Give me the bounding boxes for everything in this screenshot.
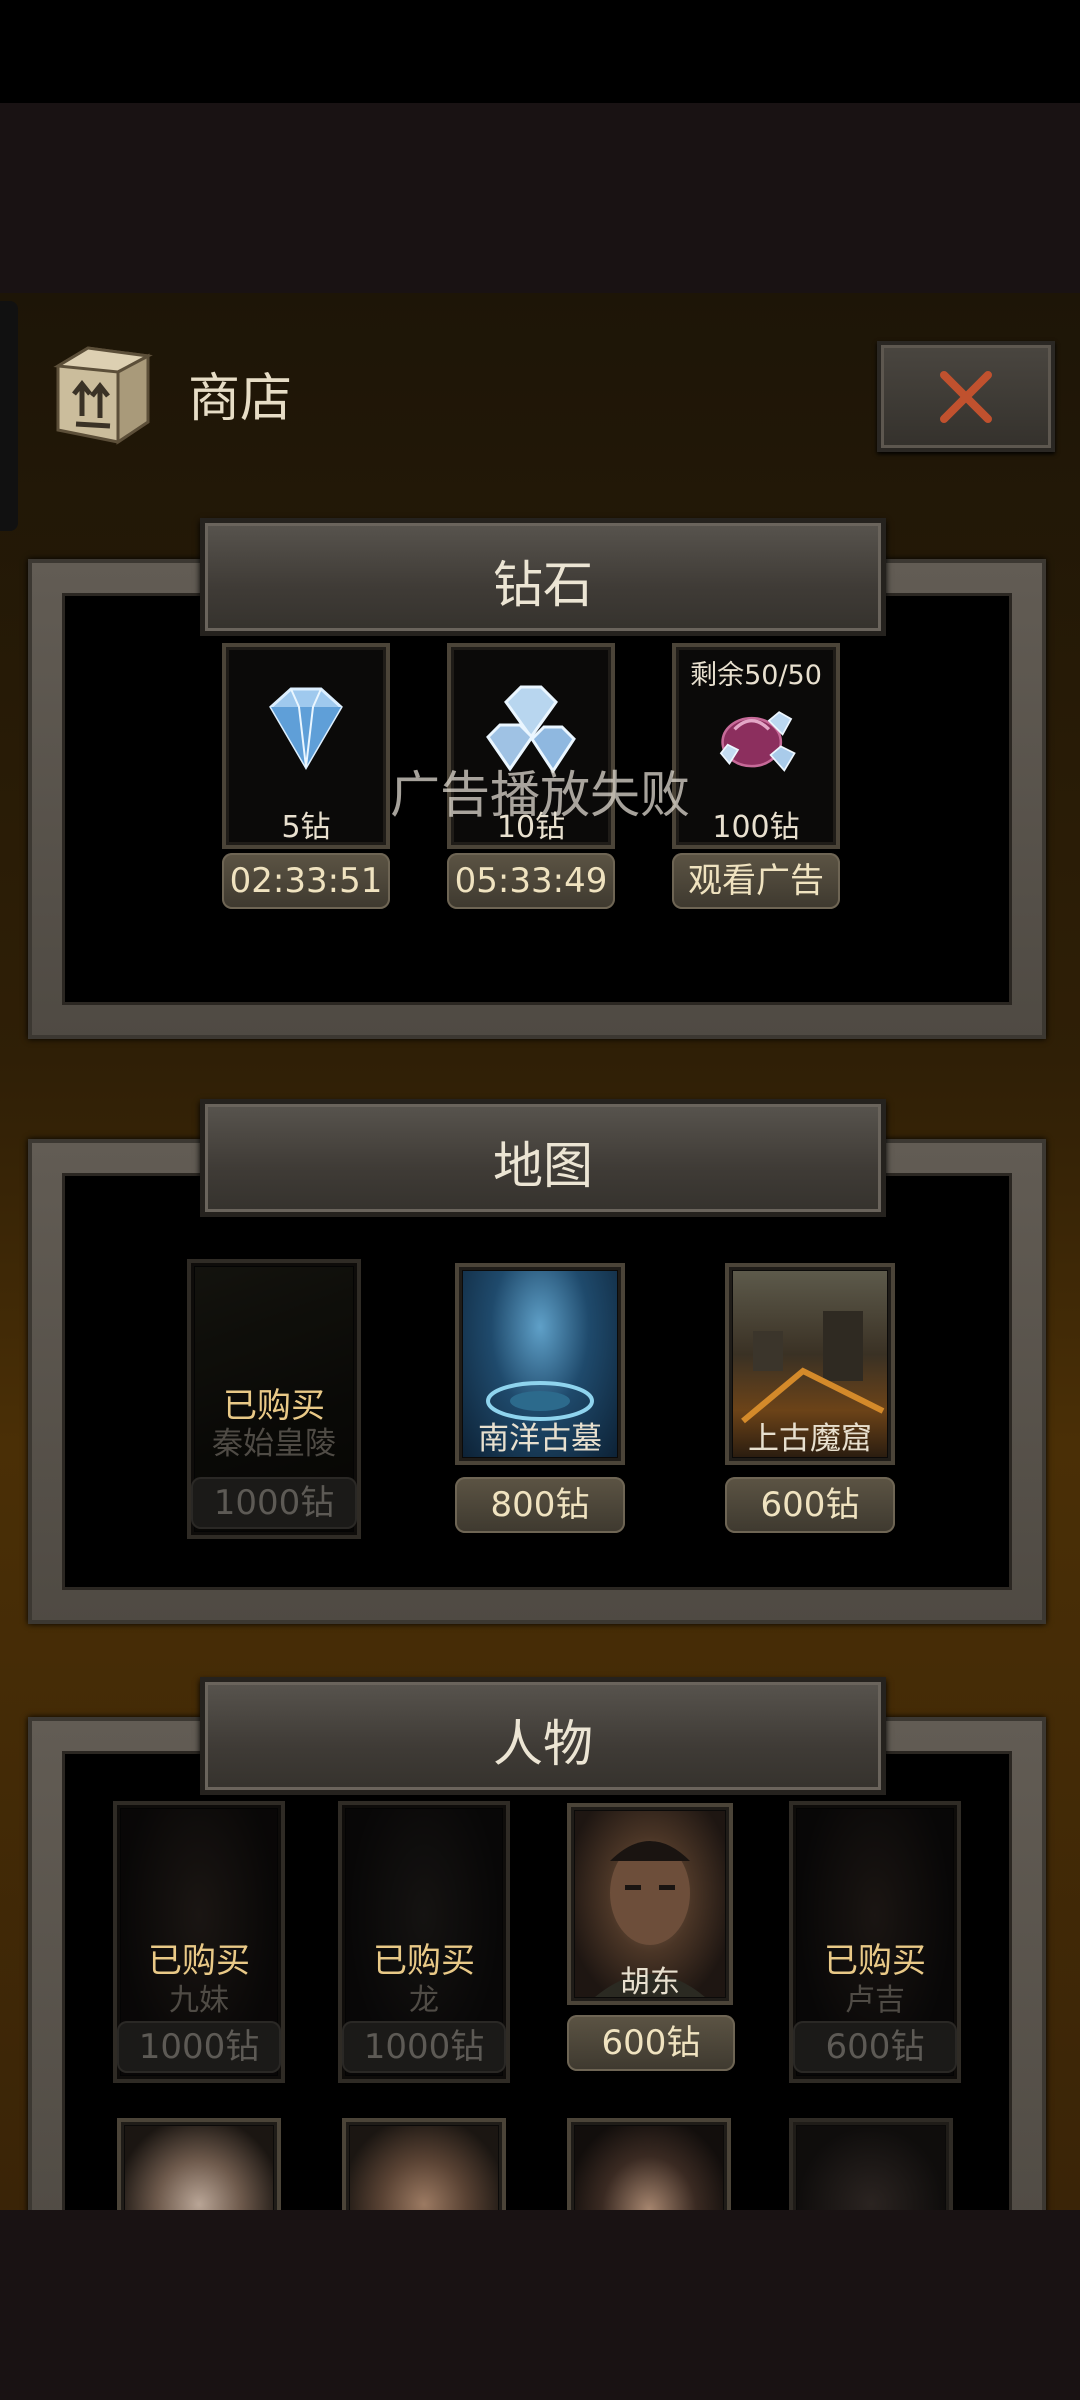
character-portrait xyxy=(350,2126,498,2210)
close-x-icon xyxy=(940,371,992,423)
character-item-frame: 胡东 xyxy=(567,1803,733,2005)
character-portrait xyxy=(797,2126,945,2210)
character-item-jiumei: 已购买 九妹 1000钻 xyxy=(113,1801,285,2083)
character-item-frame xyxy=(117,2118,281,2210)
character-item-frame xyxy=(567,2118,731,2210)
status-bar xyxy=(0,0,1080,103)
character-item-long: 已购买 龙 1000钻 xyxy=(338,1801,510,2083)
map-item-qinshihuang: 已购买 秦始皇陵 1000钻 xyxy=(187,1259,361,1539)
ad-failed-toast: 广告播放失败 xyxy=(390,766,690,824)
character-price-button[interactable]: 600钻 xyxy=(567,2015,735,2071)
map-name-label: 上古魔窟 xyxy=(748,1421,872,1457)
character-price-button: 1000钻 xyxy=(342,2021,506,2073)
diamond-section-title: 钻石 xyxy=(493,556,593,614)
character-item-frame xyxy=(342,2118,506,2210)
character-item-frame xyxy=(789,2118,953,2210)
shop-box-icon xyxy=(53,346,153,445)
character-portrait xyxy=(125,2126,273,2210)
character-portrait xyxy=(575,2126,723,2210)
map-section-title: 地图 xyxy=(493,1137,593,1195)
map-item-frame: 上古魔窟 xyxy=(725,1263,895,1465)
watch-ad-button[interactable]: 观看广告 xyxy=(672,853,840,909)
map-price-button[interactable]: 800钻 xyxy=(455,1477,625,1533)
side-edge-tab xyxy=(0,301,18,531)
character-item-row2-1[interactable] xyxy=(117,2118,281,2210)
map-item-frame: 已购买 秦始皇陵 1000钻 xyxy=(187,1259,361,1539)
shop-title: 商店 xyxy=(188,369,293,429)
character-item-row2-2[interactable] xyxy=(342,2118,506,2210)
character-item-hudong[interactable]: 胡东 600钻 xyxy=(567,1803,739,2085)
character-item-frame: 已购买 九妹 1000钻 xyxy=(113,1801,285,2083)
character-name-label: 卢吉 xyxy=(845,1983,905,2018)
top-letterbox xyxy=(0,103,1080,293)
character-item-row2-4 xyxy=(789,2118,953,2210)
diamond-cooldown-timer: 05:33:49 xyxy=(447,853,615,909)
map-name-label: 南洋古墓 xyxy=(478,1421,602,1457)
character-item-row2-3[interactable] xyxy=(567,2118,731,2210)
character-item-luji: 已购买 卢吉 600钻 xyxy=(789,1801,961,2083)
map-section-plaque: 地图 xyxy=(200,1099,886,1217)
diamond-section-plaque: 钻石 xyxy=(200,518,886,636)
character-name-label: 九妹 xyxy=(169,1983,229,2018)
character-name-label: 胡东 xyxy=(620,1965,680,2000)
character-item-frame: 已购买 卢吉 600钻 xyxy=(789,1801,961,2083)
map-item-nanyang[interactable]: 南洋古墓 800钻 xyxy=(455,1263,625,1543)
diamond-cooldown-timer: 02:33:51 xyxy=(222,853,390,909)
map-price-button: 1000钻 xyxy=(191,1477,357,1529)
character-price-button: 600钻 xyxy=(793,2021,957,2073)
close-button[interactable] xyxy=(877,341,1055,452)
map-name-label: 秦始皇陵 xyxy=(212,1426,336,1462)
character-section-plaque: 人物 xyxy=(200,1677,886,1795)
map-price-button[interactable]: 600钻 xyxy=(725,1477,895,1533)
character-section-title: 人物 xyxy=(493,1715,593,1773)
map-item-shanggu[interactable]: 上古魔窟 600钻 xyxy=(725,1263,895,1543)
map-item-frame: 南洋古墓 xyxy=(455,1263,625,1465)
game-viewport: 商店 钻石 5钻 02:33:51 10钻 05:33:49 剩余50/50 1… xyxy=(0,293,1080,2210)
character-item-frame: 已购买 龙 1000钻 xyxy=(338,1801,510,2083)
bottom-letterbox xyxy=(0,2210,1080,2400)
character-price-button: 1000钻 xyxy=(117,2021,281,2073)
character-name-label: 龙 xyxy=(409,1983,439,2018)
remaining-count-label: 剩余50/50 xyxy=(690,660,822,691)
